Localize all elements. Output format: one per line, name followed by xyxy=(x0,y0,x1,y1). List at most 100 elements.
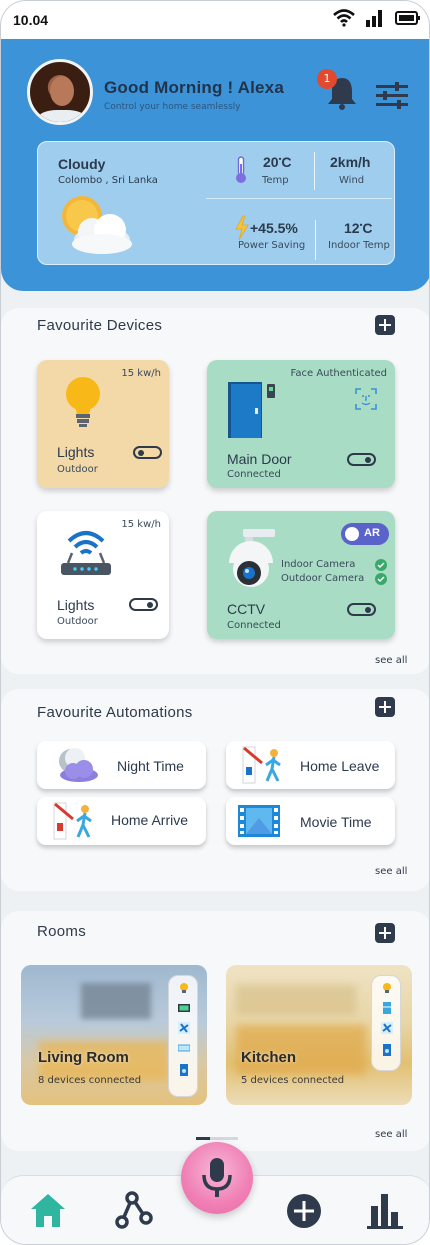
bulb-icon xyxy=(383,983,391,993)
auth-badge: Face Authenticated xyxy=(290,368,387,379)
automation-label: Night Time xyxy=(117,758,184,774)
room-sub: 5 devices connected xyxy=(241,1075,345,1086)
bulb-icon xyxy=(180,983,188,993)
room-name: Kitchen xyxy=(241,1049,297,1066)
favourite-devices-title: Favourite Devices xyxy=(37,317,163,334)
device-name: Lights xyxy=(57,444,95,460)
favourite-automations-title: Favourite Automations xyxy=(37,704,193,721)
favourite-automations-section: Favourite Automations Night Time Home Le… xyxy=(1,689,429,891)
device-card-main-door[interactable]: Face Authenticated Main Door Connected xyxy=(207,360,395,488)
automation-label: Home Leave xyxy=(300,758,380,774)
weather-card[interactable]: Cloudy Colombo , Sri Lanka 20•C Temp 2km… xyxy=(37,141,395,265)
rooms-see-all-link[interactable]: see all xyxy=(375,1129,407,1140)
voice-mic-icon xyxy=(202,1158,232,1197)
favourite-devices-section: Favourite Devices 15 kw/h Lights Outdoor… xyxy=(1,308,429,674)
automations-see-all-link[interactable]: see all xyxy=(375,866,407,877)
wifi-router-icon xyxy=(61,531,111,575)
greeting-title: Good Morning ! Alexa xyxy=(104,78,284,97)
fridge-icon xyxy=(383,1002,391,1014)
room-name: Living Room xyxy=(38,1049,129,1066)
door-icon xyxy=(228,382,275,438)
device-sub: Connected xyxy=(227,620,281,631)
status-bar: 10.04 xyxy=(1,1,429,39)
pager-indicator xyxy=(196,1137,238,1140)
device-card-lights-outdoor[interactable]: 15 kw/h Lights Outdoor xyxy=(37,360,169,488)
status-time: 10.04 xyxy=(13,12,49,28)
add-automation-button[interactable] xyxy=(375,697,395,717)
avatar[interactable] xyxy=(27,59,93,125)
room-device-pill xyxy=(168,975,198,1097)
automation-home-leave[interactable]: Home Leave xyxy=(226,741,395,789)
automation-movie-time[interactable]: Movie Time xyxy=(226,797,395,845)
indoor-temp-label: Indoor Temp xyxy=(328,240,390,251)
automation-night-time[interactable]: Night Time xyxy=(37,741,206,789)
speaker-icon xyxy=(180,1064,188,1076)
ar-toggle[interactable]: AR xyxy=(341,523,389,545)
stats-icon[interactable] xyxy=(365,1190,405,1230)
battery-icon xyxy=(395,11,420,25)
automation-home-arrive[interactable]: Home Arrive xyxy=(37,797,206,845)
device-card-router[interactable]: 15 kw/h Lights Outdoor xyxy=(37,511,169,639)
wifi-icon xyxy=(333,9,355,27)
temp-value: 20•C xyxy=(263,154,292,170)
check-icon xyxy=(375,559,387,571)
phone-frame: 10.04 Good Morning ! Alexa Control your … xyxy=(0,0,430,1245)
device-sub: Connected xyxy=(227,469,281,480)
room-card-living-room[interactable]: Living Room 8 devices connected xyxy=(21,965,207,1105)
automation-graph-icon[interactable] xyxy=(114,1190,154,1230)
wind-value: 2km/h xyxy=(330,154,371,170)
automation-label: Movie Time xyxy=(300,814,372,830)
ac-icon xyxy=(178,1044,190,1052)
add-room-button[interactable] xyxy=(375,923,395,943)
tv-icon xyxy=(178,1004,190,1012)
device-toggle[interactable] xyxy=(129,598,158,611)
room-card-kitchen[interactable]: Kitchen 5 devices connected xyxy=(226,965,412,1105)
automation-label: Home Arrive xyxy=(111,812,189,828)
weather-condition: Cloudy xyxy=(58,156,106,172)
camera-outdoor: Outdoor Camera xyxy=(281,573,391,587)
face-id-icon xyxy=(355,388,377,410)
home-icon[interactable] xyxy=(29,1192,67,1228)
person-leaving-icon xyxy=(242,746,281,784)
power-saving-label: Power Saving xyxy=(238,240,306,251)
device-toggle[interactable] xyxy=(347,453,376,466)
indoor-temp-value: 12•C xyxy=(344,220,373,236)
notification-badge: 1 xyxy=(317,69,337,89)
power-saving-value: +45.5% xyxy=(250,220,298,236)
device-sub: Outdoor xyxy=(57,616,98,627)
room-device-pill xyxy=(371,975,401,1071)
device-toggle[interactable] xyxy=(133,446,162,459)
add-icon[interactable] xyxy=(286,1193,322,1229)
header: Good Morning ! Alexa Control your home s… xyxy=(1,39,429,291)
add-device-button[interactable] xyxy=(375,315,395,335)
energy-badge: 15 kw/h xyxy=(121,368,161,379)
moon-cloud-icon xyxy=(59,748,98,782)
device-card-cctv[interactable]: AR Indoor Camera Outdoor Camera CCTV Con… xyxy=(207,511,395,639)
energy-badge: 15 kw/h xyxy=(121,519,161,530)
camera-list: Indoor Camera Outdoor Camera xyxy=(281,559,391,587)
weather-location: Colombo , Sri Lanka xyxy=(58,175,158,186)
devices-see-all-link[interactable]: see all xyxy=(375,655,407,666)
lightning-icon xyxy=(235,215,249,241)
wind-label: Wind xyxy=(339,175,365,186)
device-toggle[interactable] xyxy=(347,603,376,616)
filter-sliders-icon[interactable] xyxy=(375,81,409,111)
check-icon xyxy=(375,573,387,585)
speaker-icon xyxy=(383,1044,391,1056)
greeting-subtitle: Control your home seamlessly xyxy=(104,102,241,112)
cctv-camera-icon xyxy=(229,529,275,587)
signal-icon xyxy=(366,10,382,27)
device-name: CCTV xyxy=(227,601,266,617)
temp-label: Temp xyxy=(262,175,289,186)
voice-mic-button[interactable] xyxy=(181,1142,253,1214)
film-icon xyxy=(238,805,280,837)
room-sub: 8 devices connected xyxy=(38,1075,142,1086)
device-sub: Outdoor xyxy=(57,464,98,475)
sun-cloud-icon xyxy=(62,196,132,254)
camera-indoor: Indoor Camera xyxy=(281,559,391,573)
bulb-icon xyxy=(66,377,100,427)
ar-label: AR xyxy=(364,527,380,539)
rooms-title: Rooms xyxy=(37,923,87,940)
fan-icon xyxy=(178,1022,190,1034)
fan-icon xyxy=(381,1022,393,1034)
